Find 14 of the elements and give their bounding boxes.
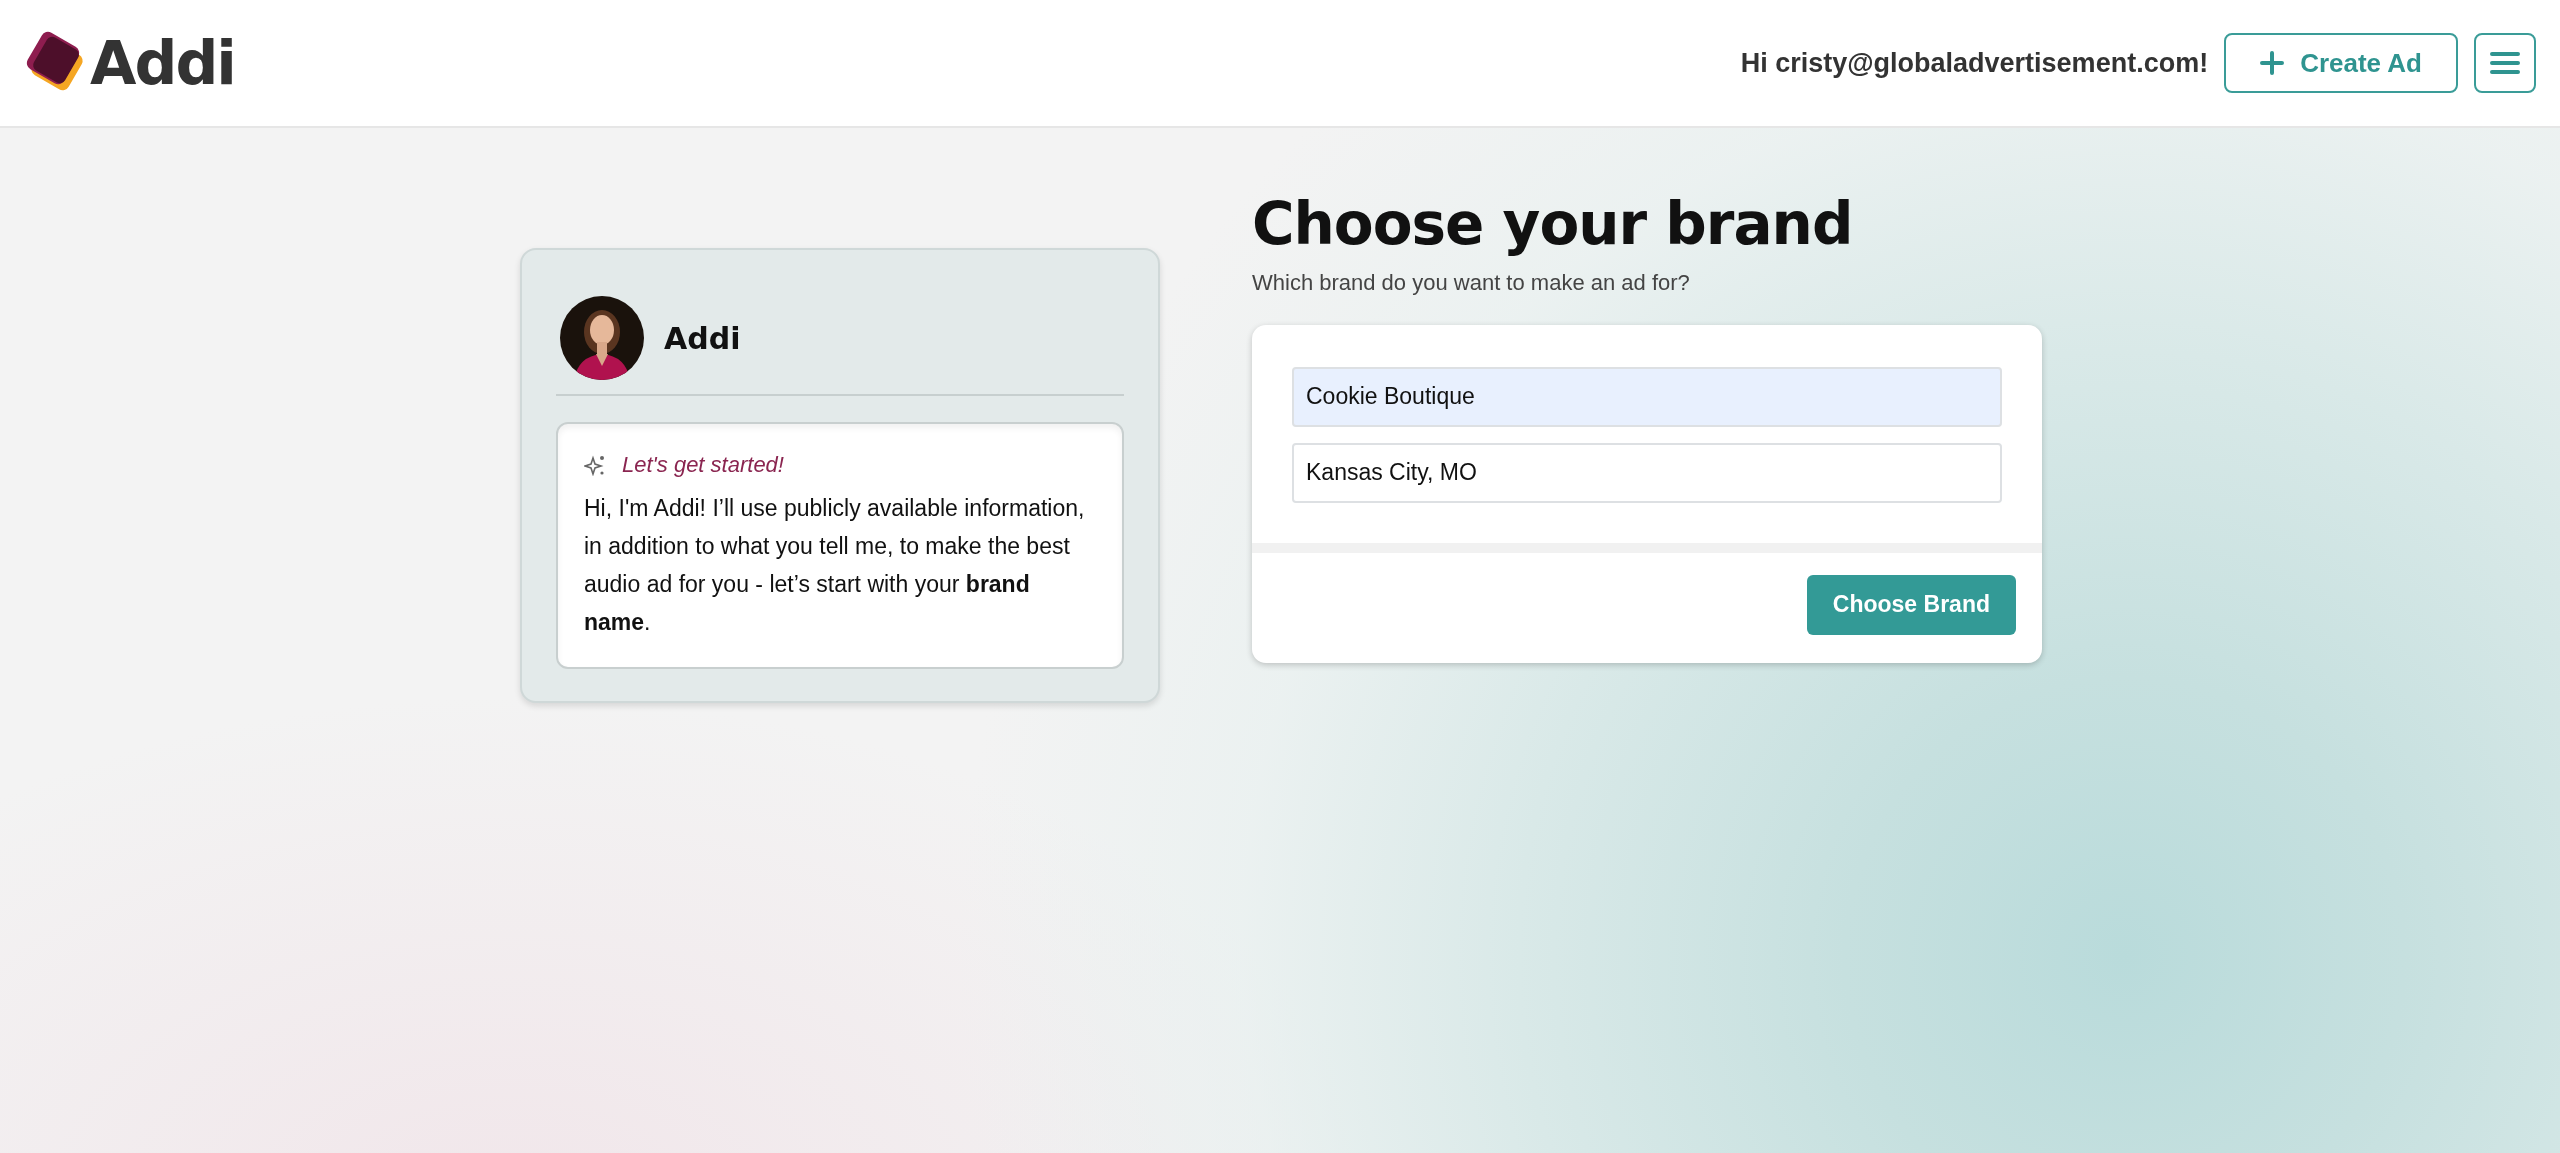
menu-icon bbox=[2490, 51, 2520, 75]
input-field[interactable]: Kansas City, MO bbox=[1292, 442, 2002, 503]
assistant-name: Addi bbox=[664, 319, 741, 358]
logo-text[interactable]: Addi bbox=[90, 33, 235, 93]
create-ad-button[interactable]: Create Ad bbox=[2224, 33, 2458, 93]
message-text: Hi, I'm Addi! I’ll use publicly available information, in addition to what you tell me, to make the best audio ad for you - let’s start with your brand name. bbox=[584, 494, 1086, 637]
menu-button[interactable] bbox=[2474, 33, 2536, 93]
sparkle-icon bbox=[584, 453, 606, 476]
message-heading: Let's get started! bbox=[622, 451, 784, 479]
input-field[interactable]: Cookie Boutique bbox=[1292, 366, 2002, 427]
plus-icon bbox=[2260, 51, 2285, 75]
greeting-text: Hi cristy@globaladvertisement.com! bbox=[1740, 46, 2209, 80]
page-title: Choose your brand bbox=[1252, 190, 1854, 260]
page-subtitle: Which brand do you want to make an ad for? bbox=[1252, 268, 1691, 297]
